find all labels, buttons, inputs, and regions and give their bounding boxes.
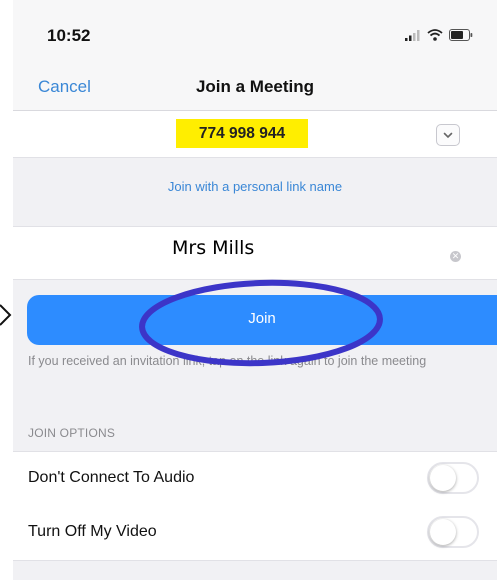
annotation-arrow-icon xyxy=(0,304,12,326)
option-row-video: Turn Off My Video xyxy=(13,506,497,561)
signal-icon xyxy=(405,30,420,41)
personal-link-name-link[interactable]: Join with a personal link name xyxy=(13,179,497,194)
nav-bar: Cancel Join a Meeting xyxy=(13,68,497,111)
phone-screen: 10:52 Cancel Join a Meeting 774 998 944 … xyxy=(13,0,497,580)
name-input[interactable] xyxy=(172,233,422,263)
toggle-knob xyxy=(430,519,456,545)
clear-icon[interactable]: ✕ xyxy=(450,251,461,262)
option-row-audio: Don't Connect To Audio xyxy=(13,451,497,507)
chevron-down-icon xyxy=(443,132,453,138)
join-options-header: JOIN OPTIONS xyxy=(28,426,116,440)
battery-icon xyxy=(449,29,473,41)
join-button[interactable]: Join xyxy=(27,295,497,345)
audio-toggle[interactable] xyxy=(427,462,479,494)
join-button-label: Join xyxy=(248,310,276,327)
meeting-id-row[interactable]: 774 998 944 xyxy=(13,111,497,158)
page-title: Join a Meeting xyxy=(195,77,315,96)
meeting-history-dropdown[interactable] xyxy=(436,124,460,146)
status-bar: 10:52 xyxy=(13,0,497,68)
option-label-video: Turn Off My Video xyxy=(28,523,157,540)
toggle-knob xyxy=(430,465,456,491)
wifi-icon xyxy=(427,29,443,41)
status-icons xyxy=(405,28,473,42)
option-label-audio: Don't Connect To Audio xyxy=(28,469,195,486)
meeting-id-field[interactable]: 774 998 944 xyxy=(176,119,308,148)
name-row: ✕ xyxy=(13,226,497,280)
status-time: 10:52 xyxy=(47,26,91,45)
join-hint-text: If you received an invitation link, tap … xyxy=(28,354,427,368)
video-toggle[interactable] xyxy=(427,516,479,548)
